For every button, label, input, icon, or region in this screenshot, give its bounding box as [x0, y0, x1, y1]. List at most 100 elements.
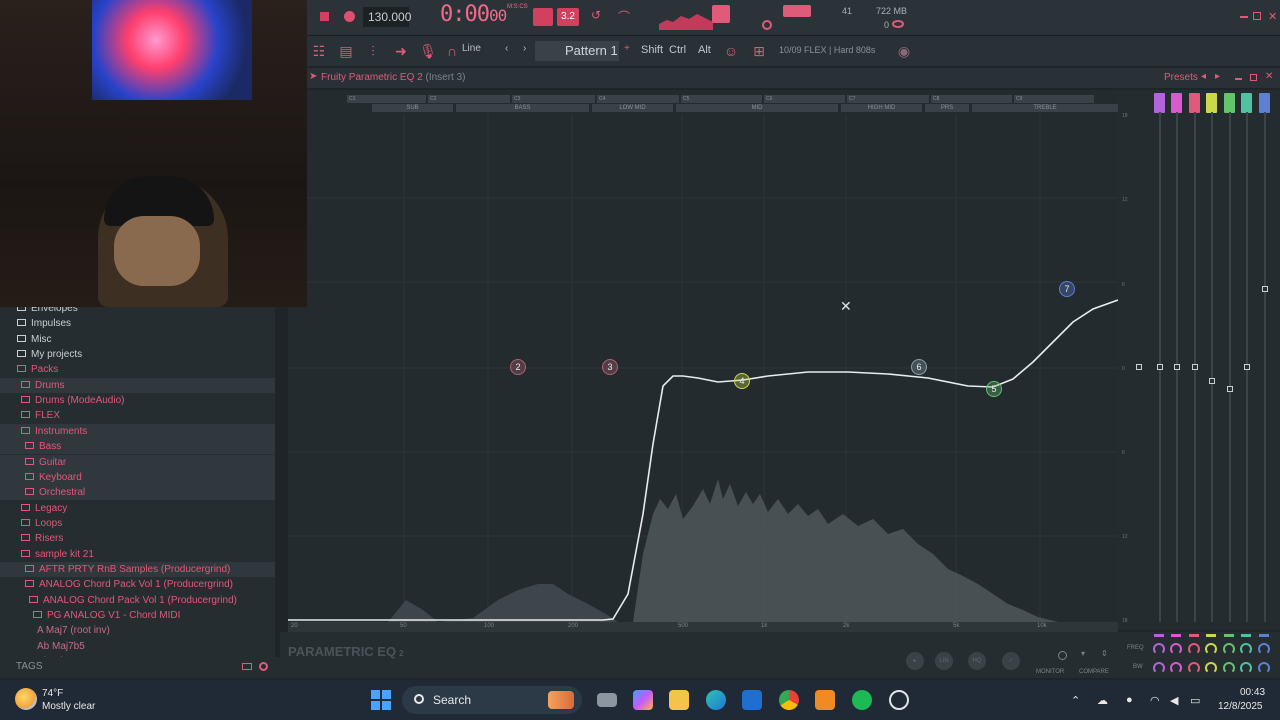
volume-icon[interactable]: ◀	[1170, 694, 1178, 707]
ctrl-key[interactable]: Ctrl	[669, 44, 686, 56]
plugin-maximize-icon[interactable]	[1250, 74, 1257, 81]
copilot-icon[interactable]	[633, 690, 653, 710]
chrome-icon[interactable]	[779, 690, 799, 710]
band-freq-knob[interactable]	[1223, 643, 1235, 655]
mixer-icon[interactable]: ⫶	[364, 43, 382, 59]
band-bw-knob[interactable]	[1205, 662, 1217, 674]
band-freq-knob[interactable]	[1153, 643, 1165, 655]
compare-down-icon[interactable]: ▾	[1081, 649, 1085, 658]
browser-item[interactable]: Legacy	[0, 501, 275, 516]
band-bw-knob[interactable]	[1240, 662, 1252, 674]
band-bw-knob[interactable]	[1188, 662, 1200, 674]
taskbar-search[interactable]: Search	[402, 686, 582, 714]
browser-item[interactable]: Packs	[0, 362, 275, 377]
band-handle-6[interactable]: 6	[911, 359, 927, 375]
check-icon[interactable]: ✓	[1002, 652, 1020, 670]
band-freq-knob[interactable]	[1240, 643, 1252, 655]
band-bw-knob[interactable]	[1258, 662, 1270, 674]
band-tab[interactable]	[1206, 93, 1217, 113]
band-gain-knob[interactable]	[1244, 364, 1250, 370]
task-view-icon[interactable]	[597, 693, 617, 707]
band-gain-knob[interactable]	[1227, 386, 1233, 392]
browser-item[interactable]: Instruments	[0, 423, 275, 439]
plugin-close-icon[interactable]: ✕	[1265, 71, 1273, 82]
browser-item[interactable]: My projects	[0, 347, 275, 362]
shift-key[interactable]: Shift	[641, 44, 663, 56]
snap-mode[interactable]: Line	[462, 43, 481, 54]
band-gain-knob[interactable]	[1174, 364, 1180, 370]
time-display[interactable]: 0:0000	[440, 2, 507, 27]
browser-item[interactable]: Keyboard	[0, 469, 275, 485]
file-explorer-icon[interactable]	[669, 690, 689, 710]
band-bw-knob[interactable]	[1170, 662, 1182, 674]
band-tab[interactable]	[1189, 93, 1200, 113]
band-handle-4[interactable]: 4	[734, 373, 750, 389]
band-gain-knob[interactable]	[1136, 364, 1142, 370]
band-freq-knob[interactable]	[1188, 643, 1200, 655]
loop-record-icon[interactable]: ↺	[587, 8, 605, 26]
band-tab[interactable]	[1154, 93, 1165, 113]
band-handle-3[interactable]: 3	[602, 359, 618, 375]
add-pattern-icon[interactable]: +	[624, 43, 630, 54]
plugin-minimize-icon[interactable]	[1235, 78, 1242, 80]
weather-icon[interactable]	[15, 688, 37, 710]
band-gain-knob[interactable]	[1192, 364, 1198, 370]
browser-item[interactable]: AFTR PRTY RnB Samples (Producergrind)	[0, 561, 275, 577]
monitor-knob-icon[interactable]	[1058, 651, 1067, 660]
folder-icon[interactable]	[242, 663, 252, 670]
edge-icon[interactable]	[706, 690, 726, 710]
outlook-icon[interactable]	[742, 690, 762, 710]
browser-item[interactable]: PG ANALOG V1 - Chord MIDI	[0, 608, 275, 623]
microphone-icon[interactable]: 🎙	[419, 43, 437, 59]
band-freq-knob[interactable]	[1205, 643, 1217, 655]
arrow-right-icon[interactable]: ➜	[392, 43, 410, 59]
clock-time[interactable]: 00:43	[1240, 687, 1265, 698]
band-tab[interactable]	[1224, 93, 1235, 113]
fl-studio-icon[interactable]	[815, 690, 835, 710]
weather-condition[interactable]: Mostly clear	[42, 701, 95, 712]
spotify-icon[interactable]	[852, 690, 872, 710]
start-button[interactable]	[371, 690, 391, 710]
chevron-right-icon[interactable]: ›	[523, 43, 526, 54]
master-pitch-icon[interactable]	[762, 20, 772, 30]
browser-item[interactable]: Impulses	[0, 316, 275, 331]
band-gain-knob[interactable]	[1157, 364, 1163, 370]
browser-item[interactable]: Drums (ModeAudio)	[0, 393, 275, 408]
tags-label[interactable]: TAGS	[16, 661, 42, 672]
browser-item[interactable]: Bass	[0, 439, 275, 455]
metronome-icon[interactable]: ⌒	[615, 8, 633, 26]
band-freq-knob[interactable]	[1170, 643, 1182, 655]
band-tab[interactable]	[1259, 93, 1270, 113]
browser-item[interactable]: Misc	[0, 332, 275, 347]
weather-temperature[interactable]: 74°F	[42, 688, 63, 699]
arrow-icon[interactable]: ▸	[906, 652, 924, 670]
clock-date[interactable]: 12/8/2025	[1218, 701, 1263, 712]
tray-overflow-icon[interactable]: ⌃	[1071, 694, 1080, 707]
onedrive-icon[interactable]: ☁	[1097, 694, 1108, 707]
band-gain-knob[interactable]	[1209, 378, 1215, 384]
compare-swap-icon[interactable]: ⇕	[1101, 649, 1108, 658]
browser-item[interactable]: ANALOG Chord Pack Vol 1 (Producergrind)	[0, 577, 275, 592]
panic-icon[interactable]	[892, 20, 904, 28]
browser-item[interactable]: Guitar	[0, 454, 275, 470]
browser-item[interactable]: Envelopes	[0, 307, 275, 316]
band-bw-knob[interactable]	[1223, 662, 1235, 674]
wifi-icon[interactable]: ◠	[1150, 694, 1160, 707]
band-gain-track[interactable]	[1229, 112, 1231, 622]
maximize-icon[interactable]	[1253, 12, 1261, 20]
minimize-icon[interactable]	[1240, 16, 1248, 18]
cart-icon[interactable]: ⊞	[750, 43, 768, 59]
presets-button[interactable]: Presets	[1164, 72, 1198, 83]
lin-button[interactable]: LIN	[935, 652, 953, 670]
band-gain-track[interactable]	[1264, 112, 1266, 622]
snap-display[interactable]: 3.2	[557, 8, 579, 26]
pattern-selector[interactable]: Pattern 1	[535, 41, 619, 61]
chevron-left-icon[interactable]: ‹	[505, 43, 508, 54]
eq-curve-svg[interactable]	[288, 114, 1118, 622]
band-freq-knob[interactable]	[1258, 643, 1270, 655]
search-icon[interactable]	[259, 662, 268, 671]
fl-logo-icon[interactable]: ◉	[895, 43, 913, 59]
band-bw-knob[interactable]	[1153, 662, 1165, 674]
band-gain-knob[interactable]	[1262, 286, 1268, 292]
band-handle-2[interactable]: 2	[510, 359, 526, 375]
